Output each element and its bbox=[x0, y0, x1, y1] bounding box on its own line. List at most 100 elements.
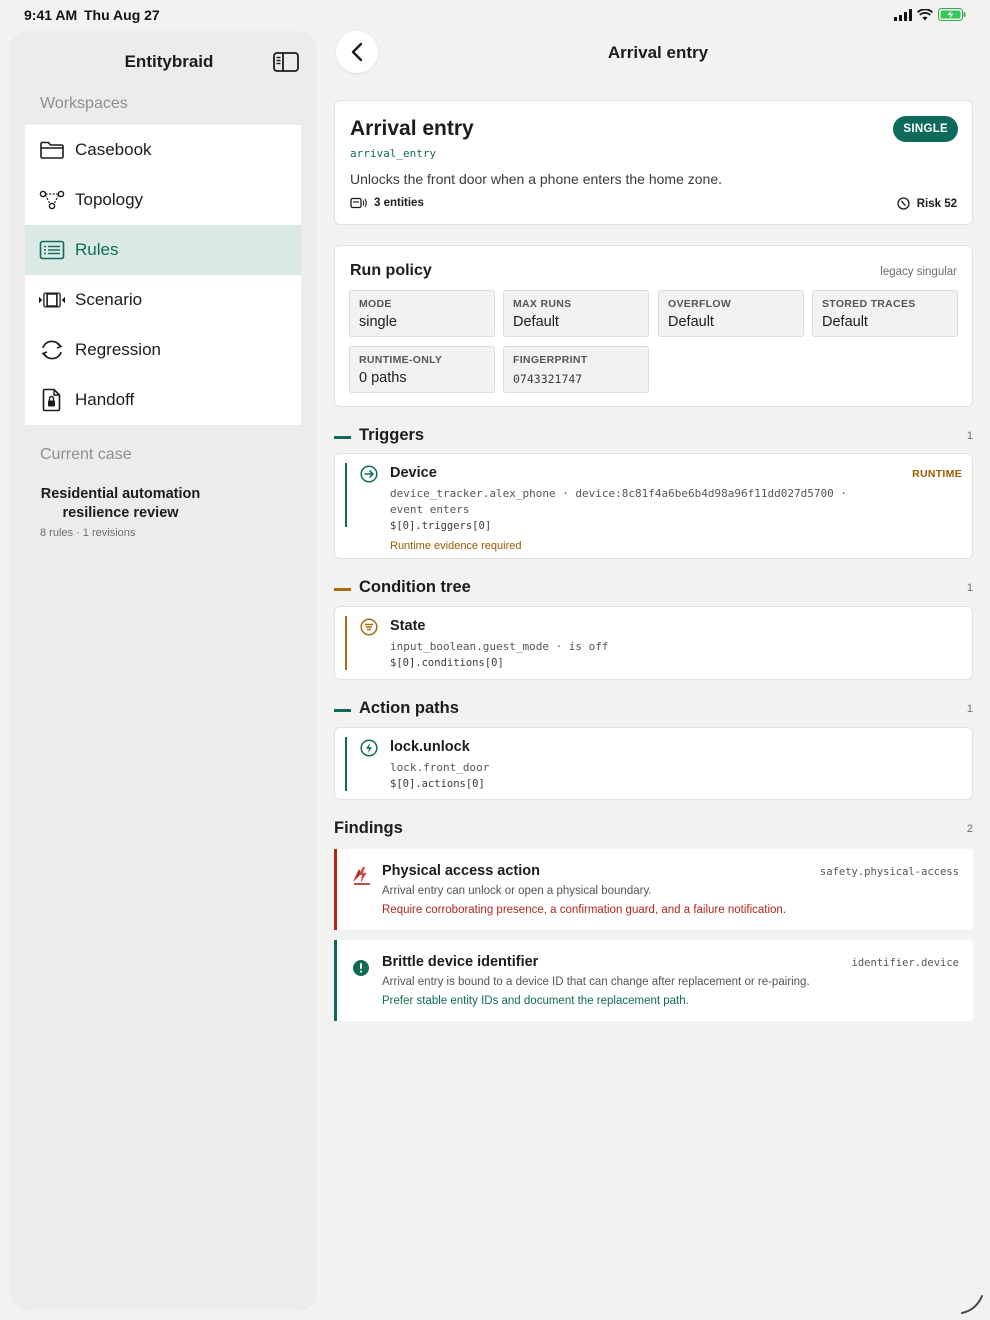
case-title[interactable]: Residential automation resilience review bbox=[32, 485, 209, 523]
condition-name: State bbox=[390, 618, 426, 634]
topology-icon bbox=[39, 188, 65, 212]
sidebar-item-label: Rules bbox=[75, 240, 119, 259]
policy-key: MAX RUNS bbox=[513, 298, 572, 310]
sidebar-item-casebook[interactable]: Casebook bbox=[25, 125, 301, 175]
sidebar: Entitybraid Workspaces Casebook Topology bbox=[10, 31, 317, 1311]
policy-key: STORED TRACES bbox=[822, 298, 916, 310]
sidebar-item-topology[interactable]: Topology bbox=[25, 175, 301, 225]
page-title: Arrival entry bbox=[607, 43, 709, 62]
policy-key: FINGERPRINT bbox=[513, 354, 588, 366]
accent-bar bbox=[345, 737, 347, 791]
action-detail: lock.front_door bbox=[390, 761, 490, 774]
finding-item[interactable]: Physical access action safety.physical-a… bbox=[334, 849, 973, 930]
policy-cell-stored-traces: STORED TRACES Default bbox=[812, 290, 958, 337]
finding-code: identifier.device bbox=[851, 957, 959, 969]
trigger-path: $[0].triggers[0] bbox=[390, 520, 492, 532]
section-count: 1 bbox=[966, 582, 973, 594]
condition-detail: input_boolean.guest_mode · is off bbox=[390, 640, 609, 653]
finding-code: safety.physical-access bbox=[819, 866, 959, 878]
sidebar-item-label: Casebook bbox=[75, 140, 152, 159]
bolt-circle-icon bbox=[360, 739, 378, 757]
accent-bar bbox=[334, 940, 337, 1021]
finding-description: Arrival entry can unlock or open a physi… bbox=[382, 885, 652, 897]
accent-bar bbox=[345, 463, 347, 527]
sidebar-item-regression[interactable]: Regression bbox=[25, 325, 301, 375]
trigger-event: event enters bbox=[390, 503, 470, 516]
policy-value: 0 paths bbox=[359, 370, 407, 386]
current-case-label: Current case bbox=[40, 446, 132, 463]
policy-key: MODE bbox=[359, 298, 392, 310]
trigger-item[interactable]: Device RUNTIME device_tracker.alex_phone… bbox=[334, 453, 973, 559]
rule-title: Arrival entry bbox=[350, 117, 474, 140]
policy-cell-mode: MODE single bbox=[349, 290, 495, 337]
warning-bolt-icon bbox=[353, 867, 370, 885]
action-name: lock.unlock bbox=[390, 739, 470, 755]
sidebar-item-label: Handoff bbox=[75, 390, 135, 409]
sidebar-item-handoff[interactable]: Handoff bbox=[25, 375, 301, 425]
battery-charging-icon bbox=[938, 8, 966, 21]
sidebar-item-rules[interactable]: Rules bbox=[25, 225, 301, 275]
runtime-evidence-note: Runtime evidence required bbox=[390, 540, 522, 552]
policy-value: single bbox=[359, 314, 397, 330]
folder-icon bbox=[39, 138, 65, 162]
chevron-left-icon bbox=[351, 42, 363, 62]
rule-slug: arrival_entry bbox=[350, 147, 437, 160]
section-title: Condition tree bbox=[359, 578, 471, 596]
mode-badge: SINGLE bbox=[893, 116, 958, 142]
section-title: Findings bbox=[334, 819, 403, 837]
finding-recommendation: Prefer stable entity IDs and document th… bbox=[382, 995, 689, 1007]
rule-summary-card: Arrival entry arrival_entry Unlocks the … bbox=[334, 100, 973, 225]
action-item[interactable]: lock.unlock lock.front_door $[0].actions… bbox=[334, 727, 973, 800]
locked-document-icon bbox=[39, 388, 65, 412]
actions-header: Action paths 1 bbox=[334, 699, 973, 721]
runtime-tag: RUNTIME bbox=[912, 468, 962, 480]
accent-bar bbox=[334, 849, 337, 930]
back-button[interactable] bbox=[336, 31, 378, 73]
policy-key: OVERFLOW bbox=[668, 298, 732, 310]
run-policy-note: legacy singular bbox=[880, 266, 957, 278]
workspace-nav: Casebook Topology Rules Scenario Regress… bbox=[25, 125, 301, 425]
policy-cell-runtime-only: RUNTIME-ONLY 0 paths bbox=[349, 346, 495, 393]
section-title: Action paths bbox=[359, 699, 459, 717]
status-icons bbox=[894, 8, 966, 21]
policy-value: 0743321747 bbox=[513, 372, 583, 386]
list-icon bbox=[39, 238, 65, 262]
run-policy-card: Run policy legacy singular MODE single M… bbox=[334, 245, 973, 407]
policy-value: Default bbox=[513, 314, 559, 330]
cycle-icon bbox=[39, 338, 65, 362]
finding-description: Arrival entry is bound to a device ID th… bbox=[382, 976, 810, 988]
film-icon bbox=[39, 288, 65, 312]
entities-count: 3 entities bbox=[350, 197, 424, 209]
policy-value: Default bbox=[668, 314, 714, 330]
exclamation-circle-icon bbox=[353, 960, 369, 976]
action-path: $[0].actions[0] bbox=[390, 778, 485, 790]
section-title: Triggers bbox=[359, 426, 425, 444]
status-date: Thu Aug 27 bbox=[84, 7, 160, 23]
policy-value: Default bbox=[822, 314, 868, 330]
policy-key: RUNTIME-ONLY bbox=[359, 354, 443, 366]
sidebar-item-label: Scenario bbox=[75, 290, 143, 309]
sidebar-header: Entitybraid bbox=[10, 41, 317, 85]
cellular-signal-icon bbox=[894, 8, 912, 21]
finding-item[interactable]: Brittle device identifier identifier.dev… bbox=[334, 940, 973, 1021]
entities-label: 3 entities bbox=[374, 197, 424, 209]
sidebar-item-label: Topology bbox=[75, 190, 144, 209]
workspaces-label: Workspaces bbox=[40, 95, 128, 112]
sidebar-item-scenario[interactable]: Scenario bbox=[25, 275, 301, 325]
accent-bar bbox=[345, 616, 347, 670]
gauge-icon bbox=[897, 197, 910, 210]
section-marker bbox=[334, 588, 351, 591]
section-count: 1 bbox=[966, 703, 973, 715]
condition-item[interactable]: State input_boolean.guest_mode · is off … bbox=[334, 606, 973, 680]
sidebar-toggle-icon[interactable] bbox=[272, 50, 300, 74]
filter-circle-icon bbox=[360, 618, 378, 636]
conditions-header: Condition tree 1 bbox=[334, 578, 973, 600]
finding-title: Brittle device identifier bbox=[382, 954, 539, 970]
resize-handle-icon[interactable] bbox=[960, 1290, 986, 1316]
sidebar-item-label: Regression bbox=[75, 340, 161, 359]
findings-header: Findings 2 bbox=[334, 819, 973, 841]
rule-description: Unlocks the front door when a phone ente… bbox=[350, 171, 723, 187]
run-policy-title: Run policy bbox=[350, 262, 432, 279]
wifi-icon bbox=[917, 8, 933, 20]
section-marker bbox=[334, 436, 351, 439]
